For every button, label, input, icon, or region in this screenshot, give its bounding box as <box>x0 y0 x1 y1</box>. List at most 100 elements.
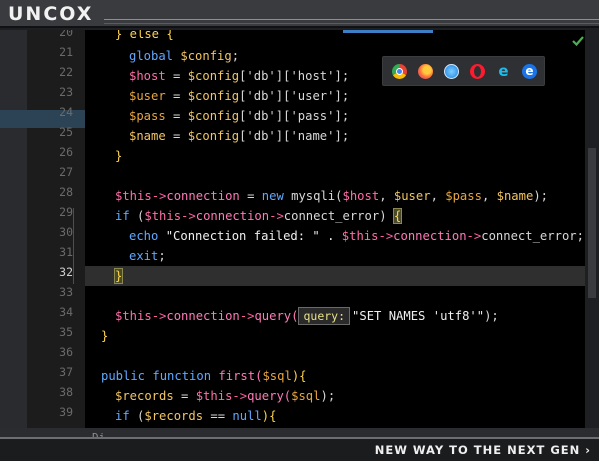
code-line-21: global $config; <box>129 46 239 66</box>
edge-icon[interactable]: e <box>522 64 537 79</box>
vertical-scrollbar[interactable] <box>585 30 599 428</box>
code-token: if <box>115 409 138 423</box>
line-number: 25 <box>59 125 73 139</box>
line-number: 20 <box>59 30 73 39</box>
code-token: $config <box>187 109 240 123</box>
code-token: ; <box>341 109 350 123</box>
code-token: $user <box>393 189 431 203</box>
scrollbar-thumb[interactable] <box>588 148 596 298</box>
code-token: } <box>101 329 109 343</box>
code-line-30: echo "Connection failed: " . $this->conn… <box>129 226 584 246</box>
code-token: "SET NAMES 'utf8'" <box>352 309 485 323</box>
code-token: ['db'] <box>239 89 284 103</box>
line-number: 33 <box>59 285 73 299</box>
browser-preview-toolbar: e e <box>382 56 545 86</box>
code-token: -> <box>269 209 284 223</box>
code-token: exit <box>129 249 159 263</box>
code-token: ['pass'] <box>283 109 342 123</box>
code-token: $host <box>342 189 380 203</box>
code-token: $this <box>144 209 182 223</box>
left-panel-highlight <box>0 110 27 128</box>
code-token: connect_error <box>481 229 577 243</box>
code-token: ['db'] <box>239 69 284 83</box>
ie-icon[interactable]: e <box>496 64 511 79</box>
code-line-20: } else { <box>115 30 174 44</box>
code-token: -> <box>466 229 482 243</box>
code-line-25: $name = $config['db']['name']; <box>129 126 349 146</box>
code-token: echo <box>129 229 166 243</box>
code-token: ['name'] <box>283 129 342 143</box>
line-number: 36 <box>59 345 73 359</box>
code-token: -> <box>232 389 248 403</box>
code-token: } <box>113 268 124 284</box>
code-token: ; <box>231 49 240 63</box>
line-number: 39 <box>59 405 73 419</box>
code-token: { <box>392 208 403 224</box>
code-token: $this <box>115 309 152 323</box>
code-token: ); <box>320 389 336 403</box>
code-token: $sql <box>291 389 321 403</box>
code-token: ){ <box>291 369 307 383</box>
code-token: $name <box>129 129 166 143</box>
code-token: -> <box>239 309 255 323</box>
code-editor[interactable]: } else { global $config; $host = $config… <box>85 30 585 428</box>
code-token: connect_error <box>283 209 380 223</box>
code-line-31: exit; <box>129 246 166 266</box>
code-token: ; <box>158 249 166 263</box>
code-line-24: $pass = $config['db']['pass']; <box>129 106 349 126</box>
code-line-23: $user = $config['db']['user']; <box>129 86 349 106</box>
chrome-icon[interactable] <box>392 64 407 79</box>
code-token: -> <box>151 309 167 323</box>
line-number: 31 <box>59 245 73 259</box>
code-token: ['db'] <box>239 129 284 143</box>
code-token: function <box>152 369 219 383</box>
code-token: $records <box>115 389 174 403</box>
code-token: ; <box>341 129 350 143</box>
code-token: connection <box>195 209 270 223</box>
code-line-35: } <box>101 326 108 346</box>
code-line-34: $this->connection->query(query: "SET NAME… <box>115 306 499 326</box>
code-token: ; <box>576 229 584 243</box>
line-number: 22 <box>59 65 73 79</box>
opera-icon[interactable] <box>470 64 485 79</box>
code-token: ){ <box>261 409 277 423</box>
code-token: = <box>165 69 188 83</box>
code-token: $this <box>341 229 379 243</box>
code-token: ) <box>379 209 394 223</box>
line-number: 26 <box>59 145 73 159</box>
code-token: $sql <box>262 369 292 383</box>
code-line-28: $this->connection = new mysqli($host, $u… <box>115 186 548 206</box>
code-token: if <box>115 209 138 223</box>
code-token: } else { <box>115 30 174 41</box>
editor-top-indicator <box>343 30 433 33</box>
code-token: $name <box>496 189 534 203</box>
bottom-banner: NEW WAY TO THE NEXT GEN › <box>0 437 599 461</box>
code-token: ; <box>341 89 350 103</box>
line-number-gutter: 20 21 22 23 24 25 26 27 28 29 30 31 32 3… <box>27 30 85 428</box>
code-token: ['host'] <box>283 69 342 83</box>
code-line-26: } <box>115 146 122 166</box>
firefox-icon[interactable] <box>418 64 433 79</box>
code-token: $host <box>129 69 166 83</box>
left-panel-strip <box>0 30 27 428</box>
parameter-hint: query: <box>298 307 351 325</box>
line-number: 21 <box>59 45 73 59</box>
code-token: -> <box>378 229 394 243</box>
line-number: 35 <box>59 325 73 339</box>
code-line-39: if ($records == null){ <box>115 406 276 426</box>
line-number: 24 <box>59 105 73 119</box>
code-token: ; <box>341 69 350 83</box>
code-token: query( <box>247 389 292 403</box>
code-token: $config <box>187 89 240 103</box>
line-number: 38 <box>59 385 73 399</box>
code-token: public <box>101 369 153 383</box>
code-token: , <box>430 189 446 203</box>
code-token: first( <box>218 369 263 383</box>
code-token: global <box>129 49 181 63</box>
code-token: query( <box>254 309 299 323</box>
line-number: 37 <box>59 365 73 379</box>
safari-icon[interactable] <box>444 64 459 79</box>
code-token: = <box>165 89 188 103</box>
code-token: == <box>203 409 233 423</box>
code-token: ['user'] <box>283 89 342 103</box>
